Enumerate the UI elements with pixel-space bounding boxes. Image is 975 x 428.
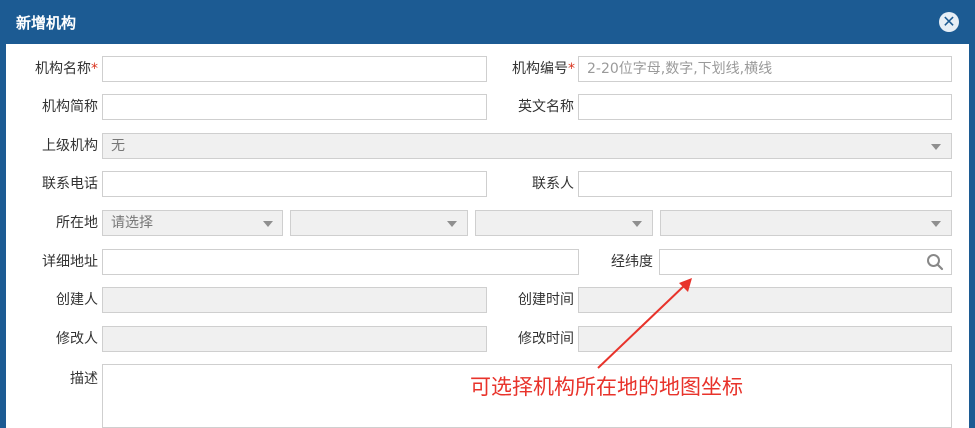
modified-time-field xyxy=(578,326,952,352)
city-select[interactable] xyxy=(290,210,468,236)
english-name-label: 英文名称 xyxy=(518,99,574,115)
search-icon[interactable] xyxy=(926,253,944,271)
annotation-text: 可选择机构所在地的地图坐标 xyxy=(470,375,743,399)
dialog-title: 新增机构 xyxy=(16,14,77,32)
parent-org-value: 无 xyxy=(111,138,125,154)
chevron-down-icon xyxy=(931,144,941,150)
street-select[interactable] xyxy=(660,210,952,236)
parent-org-select[interactable]: 无 xyxy=(102,133,952,159)
creator-label: 创建人 xyxy=(56,292,98,308)
province-placeholder: 请选择 xyxy=(111,215,153,231)
modified-time-label: 修改时间 xyxy=(518,331,574,347)
latlng-input[interactable] xyxy=(659,249,952,275)
dialog-titlebar: 新增机构 ✕ xyxy=(6,0,969,44)
close-icon[interactable]: ✕ xyxy=(939,12,959,32)
short-name-input[interactable] xyxy=(102,94,487,120)
chevron-down-icon xyxy=(447,221,457,227)
location-label: 所在地 xyxy=(56,215,98,231)
district-select[interactable] xyxy=(475,210,653,236)
province-select[interactable]: 请选择 xyxy=(102,210,283,236)
org-name-input[interactable] xyxy=(102,56,487,82)
modifier-field xyxy=(102,326,487,352)
phone-label: 联系电话 xyxy=(42,176,98,192)
description-label: 描述 xyxy=(70,371,98,387)
creator-field xyxy=(102,287,487,313)
created-time-field xyxy=(578,287,952,313)
chevron-down-icon xyxy=(263,221,273,227)
chevron-down-icon xyxy=(931,221,941,227)
latlng-label: 经纬度 xyxy=(611,254,653,270)
created-time-label: 创建时间 xyxy=(518,292,574,308)
contact-input[interactable] xyxy=(578,171,952,197)
address-input[interactable] xyxy=(102,249,579,275)
english-name-input[interactable] xyxy=(578,94,952,120)
address-label: 详细地址 xyxy=(42,254,98,270)
contact-label: 联系人 xyxy=(532,176,574,192)
org-name-label: 机构名称* xyxy=(35,61,98,77)
org-code-label: 机构编号* xyxy=(512,61,575,77)
modifier-label: 修改人 xyxy=(56,331,98,347)
phone-input[interactable] xyxy=(102,171,487,197)
short-name-label: 机构简称 xyxy=(42,99,98,115)
chevron-down-icon xyxy=(632,221,642,227)
org-code-input[interactable] xyxy=(578,56,952,82)
parent-org-label: 上级机构 xyxy=(42,138,98,154)
